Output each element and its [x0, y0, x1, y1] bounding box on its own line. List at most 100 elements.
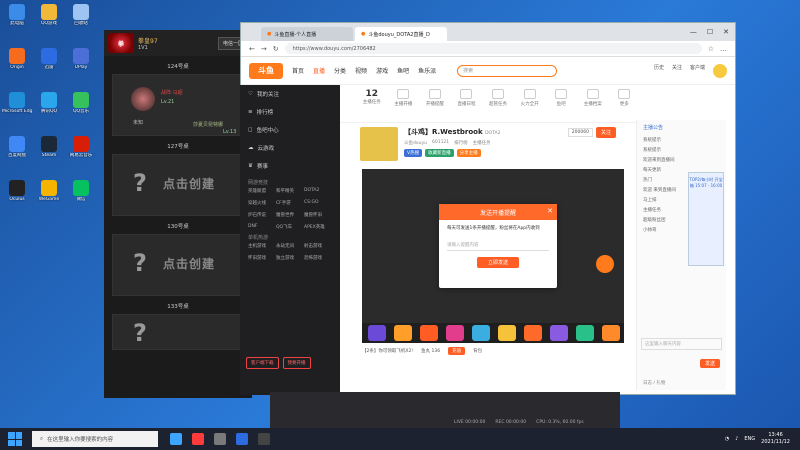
desktop-icon[interactable]: Origin: [2, 48, 32, 80]
taskbar-app-icon[interactable]: [170, 433, 182, 445]
minimize-icon[interactable]: —: [690, 28, 697, 36]
gift-icon[interactable]: [472, 325, 490, 341]
game-category-link[interactable]: 恐怖游戏: [304, 255, 332, 261]
chat-input[interactable]: 这里输入聊天内容: [641, 338, 722, 350]
desktop-icon[interactable]: 此电脑: [2, 4, 32, 36]
desktop-icon[interactable]: 腾讯QQ: [34, 92, 64, 124]
gift-icon[interactable]: [446, 325, 464, 341]
volume-icon[interactable]: ♪: [735, 436, 738, 442]
gift-icon[interactable]: [550, 325, 568, 341]
anchor-tool[interactable]: 更多: [613, 89, 637, 107]
language-indicator[interactable]: ENG: [744, 436, 755, 442]
follow-button[interactable]: 关注: [595, 127, 616, 138]
desktop-icon[interactable]: QQ游戏: [34, 4, 64, 36]
game-category-link[interactable]: 英雄联盟: [248, 188, 276, 194]
game-category-link[interactable]: DOTA2: [304, 188, 332, 194]
game-category-link[interactable]: 永劫无间: [276, 243, 304, 249]
game-category-link[interactable]: 和平精英: [276, 188, 304, 194]
desktop-icon[interactable]: 百度网盘: [2, 136, 32, 168]
close-icon[interactable]: ✕: [723, 28, 729, 36]
table-slot-player[interactable]: 战阵·马超 Lv.21 未知 莎夏贝昆特娜 Lv.13: [112, 74, 244, 136]
desktop-icon[interactable]: UPlay: [66, 48, 96, 80]
douyu-logo[interactable]: 斗鱼: [249, 62, 283, 79]
table-slot-empty[interactable]: ?: [112, 314, 244, 350]
nav-home[interactable]: 首页: [292, 66, 304, 75]
sidebar-item-esports[interactable]: ♛ 赛事: [240, 157, 340, 175]
room-meta-item[interactable]: 排行榜: [454, 140, 468, 146]
sidebar-item-rank[interactable]: ≡ 排行榜: [240, 103, 340, 121]
backpack-button[interactable]: 背包: [473, 348, 482, 354]
taskbar-app-icon[interactable]: [192, 433, 204, 445]
client-button[interactable]: 客户端: [690, 64, 705, 78]
favorites-icon[interactable]: ☆: [708, 45, 714, 53]
rank-widget[interactable]: TOP2/每小时 开宝箱 15:07 - 16:00: [688, 172, 724, 266]
gift-icon[interactable]: [368, 325, 386, 341]
start-stream-button[interactable]: 我要开播: [282, 357, 311, 369]
taskbar-app-icon[interactable]: [214, 433, 226, 445]
start-icon[interactable]: [8, 432, 22, 446]
anchor-tool[interactable]: 主播档案: [581, 89, 605, 107]
table-slot-empty[interactable]: ? 点击创建: [112, 154, 244, 216]
remind-input[interactable]: 请输入提醒内容: [447, 240, 549, 251]
desktop-icon[interactable]: 网易云音乐: [66, 136, 96, 168]
desktop-icon[interactable]: Steam: [34, 136, 64, 168]
game-category-link[interactable]: CF手游: [276, 200, 304, 206]
streamer-avatar[interactable]: [360, 127, 398, 161]
game-category-link[interactable]: 射击游戏: [304, 243, 332, 249]
gift-icon[interactable]: [576, 325, 594, 341]
tag-badge[interactable]: V热搜: [404, 149, 423, 157]
desktop-icon[interactable]: 微信: [66, 180, 96, 212]
desktop-icon[interactable]: WeGame: [34, 180, 64, 212]
desktop-icon[interactable]: Oculus: [2, 180, 32, 212]
game-category-link[interactable]: APEX英雄: [304, 224, 332, 230]
nav-yuba[interactable]: 鱼吧: [397, 66, 409, 75]
desktop-icon[interactable]: 回收站: [66, 4, 96, 36]
game-category-link[interactable]: 怀旧游戏: [248, 255, 276, 261]
url-input[interactable]: https://www.douyu.com/2706482: [284, 43, 702, 54]
gift-icon[interactable]: [524, 325, 542, 341]
anchor-tool[interactable]: 火力全开: [518, 89, 542, 107]
gift-icon[interactable]: [498, 325, 516, 341]
game-category-link[interactable]: 魔兽怀旧: [304, 212, 332, 218]
maximize-icon[interactable]: ☐: [707, 28, 713, 36]
reward-notice[interactable]: 【2条】你可领取飞机X2!: [362, 348, 413, 354]
game-category-link[interactable]: CS:GO: [304, 200, 332, 206]
user-avatar[interactable]: [713, 63, 727, 78]
game-category-link[interactable]: 穿越火线: [248, 200, 276, 206]
game-category-link[interactable]: QQ飞车: [276, 224, 304, 230]
sidebar-item-follow[interactable]: ♡ 我的关注: [240, 85, 340, 103]
anchor-tool[interactable]: 主播开播: [392, 89, 416, 107]
taskbar-search[interactable]: ⌕ 在这里输入你要搜索的内容: [32, 431, 158, 447]
recharge-button[interactable]: 充值: [448, 347, 466, 355]
nav-yulepai[interactable]: 鱼乐派: [418, 66, 436, 75]
reload-icon[interactable]: ↻: [273, 45, 279, 53]
tab-active[interactable]: ● 斗鱼douyu_DOTA2直播_D: [355, 27, 447, 41]
forward-icon[interactable]: →: [261, 45, 267, 53]
gift-icon[interactable]: [420, 325, 438, 341]
game-category-link[interactable]: 独立游戏: [276, 255, 304, 261]
anchor-tool[interactable]: 鱼吧: [549, 89, 573, 107]
menu-icon[interactable]: …: [720, 45, 727, 53]
game-category-link[interactable]: DNF: [248, 224, 276, 230]
clock[interactable]: 13:46 2021/11/12: [761, 432, 790, 446]
nav-category[interactable]: 分类: [334, 66, 346, 75]
desktop-icon[interactable]: QQ音乐: [66, 92, 96, 124]
back-icon[interactable]: ←: [249, 45, 255, 53]
room-meta-item[interactable]: 主播任务: [473, 140, 491, 146]
desktop-icon[interactable]: Microsoft Edge: [2, 92, 32, 124]
film-reel-icon[interactable]: [596, 255, 614, 273]
taskbar-app-icon[interactable]: [258, 433, 270, 445]
anchor-tool[interactable]: 直播日程: [455, 89, 479, 107]
gift-icon[interactable]: [602, 325, 620, 341]
sidebar-item-yuba[interactable]: ◻ 鱼吧中心: [240, 121, 340, 139]
nav-live[interactable]: 直播: [313, 66, 325, 75]
follow-list-button[interactable]: 关注: [672, 64, 682, 78]
tab-inactive[interactable]: ● 斗鱼直播-个人直播: [261, 27, 353, 41]
send-button[interactable]: 发送: [699, 359, 720, 368]
nav-game[interactable]: 游戏: [376, 66, 388, 75]
room-category[interactable]: DOTA2: [485, 131, 500, 136]
anchor-tool[interactable]: 开播提醒: [423, 89, 447, 107]
table-slot-empty[interactable]: ? 点击创建: [112, 234, 244, 296]
tag-badge[interactable]: 收藏新直播: [425, 149, 454, 157]
network-icon[interactable]: ◔: [725, 436, 729, 442]
